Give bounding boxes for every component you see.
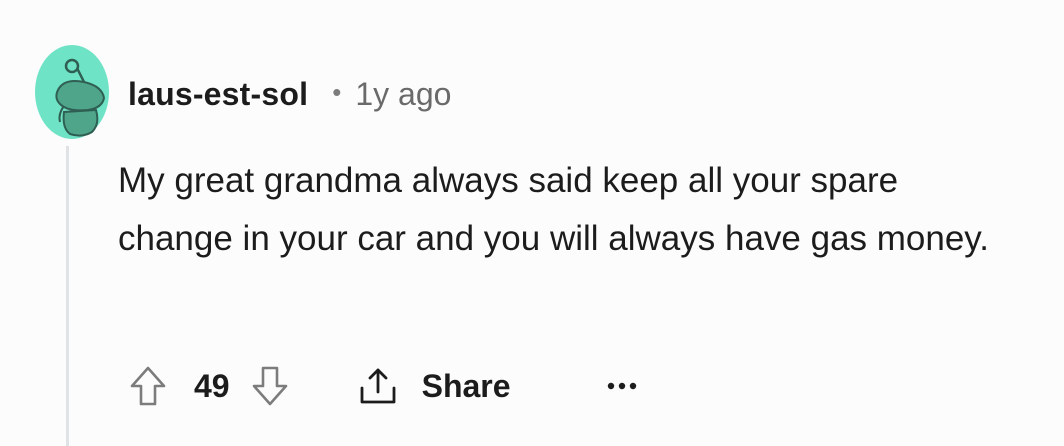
share-icon <box>360 368 395 404</box>
arrow-up-icon <box>130 366 166 406</box>
arrow-down-icon <box>252 366 287 406</box>
share-button[interactable]: Share <box>356 364 511 408</box>
more-options-button[interactable] <box>607 381 637 391</box>
comment-body: My great grandma always said keep all yo… <box>118 161 989 258</box>
share-label: Share <box>421 367 511 404</box>
separator-dot: • <box>332 76 342 107</box>
timestamp[interactable]: 1y ago <box>355 76 451 113</box>
username-link[interactable]: laus-est-sol <box>128 76 308 113</box>
action-bar: 49 Share <box>128 360 637 412</box>
avatar[interactable] <box>34 44 110 140</box>
thread-line[interactable] <box>66 146 69 446</box>
comment-header: laus-est-sol • 1y ago <box>128 72 451 116</box>
more-options-icon <box>607 382 636 390</box>
upvote-button[interactable] <box>128 364 168 408</box>
downvote-button[interactable] <box>250 364 290 408</box>
vote-score: 49 <box>194 367 230 404</box>
comment: laus-est-sol • 1y ago My great grandma a… <box>0 0 1064 446</box>
snoo-avatar-icon <box>35 45 109 139</box>
